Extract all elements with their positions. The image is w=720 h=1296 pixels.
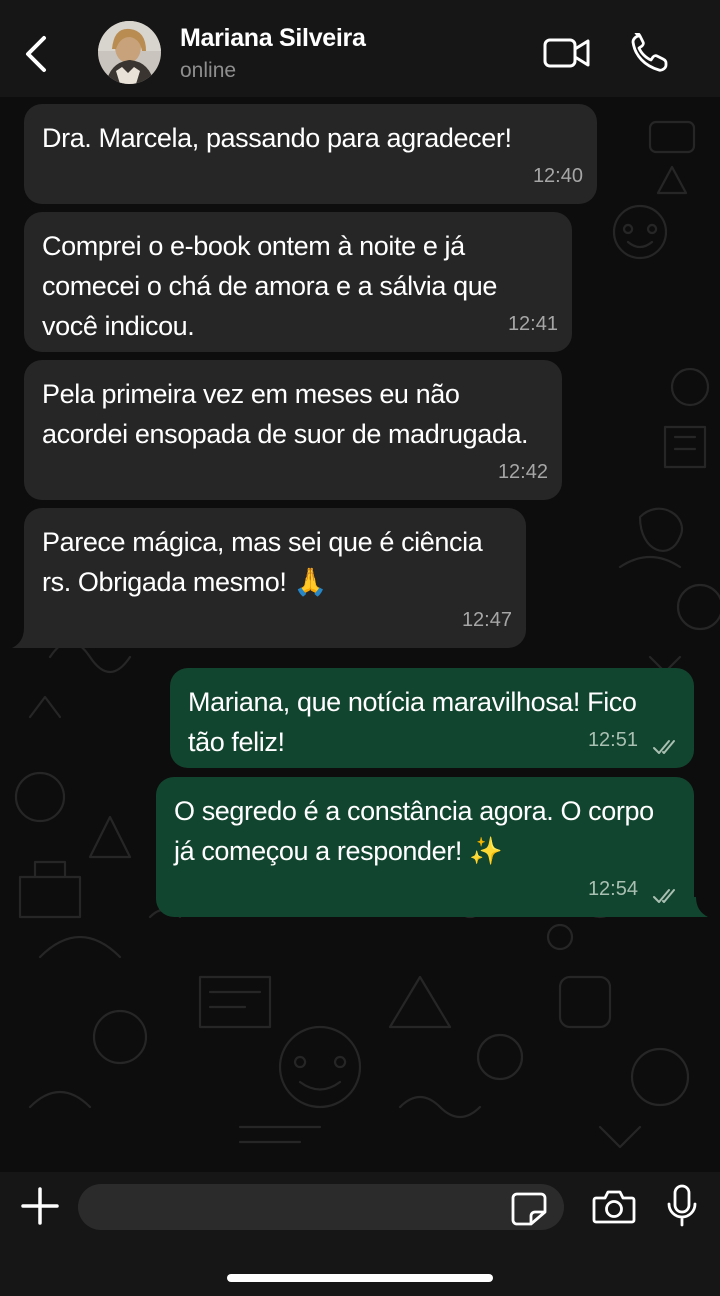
message-bubble-outgoing[interactable]: O segredo é a constância agora. O corpo …: [156, 777, 694, 917]
message-time: 12:41: [507, 313, 558, 335]
read-ticks-icon: [653, 889, 675, 903]
message-time: 12:47: [461, 609, 512, 631]
bubble-tail: [12, 628, 32, 648]
bubble-tail: [688, 897, 708, 917]
read-ticks-icon: [653, 740, 675, 754]
plus-icon[interactable]: [20, 1186, 60, 1226]
chat-header: Mariana Silveira online: [0, 0, 720, 97]
avatar-image: [98, 21, 161, 84]
microphone-icon[interactable]: [665, 1184, 699, 1228]
phone-icon[interactable]: [630, 33, 670, 73]
home-indicator: [227, 1274, 493, 1282]
message-text: O segredo é a constância agora. O corpo …: [174, 796, 654, 866]
message-bubble-incoming[interactable]: Parece mágica, mas sei que é ciência rs.…: [24, 508, 526, 648]
sticker-icon[interactable]: [511, 1192, 547, 1226]
message-bubble-incoming[interactable]: Dra. Marcela, passando para agradecer! 1…: [24, 104, 597, 204]
message-time: 12:51: [587, 729, 638, 751]
chevron-left-icon[interactable]: [18, 34, 54, 74]
message-time: 12:42: [497, 461, 548, 483]
video-camera-icon[interactable]: [543, 36, 591, 70]
contact-name[interactable]: Mariana Silveira: [180, 24, 366, 53]
message-bubble-incoming[interactable]: Pela primeira vez em meses eu não acorde…: [24, 360, 562, 500]
message-time: 12:40: [532, 165, 583, 187]
message-text: Comprei o e-book ontem à noite e já come…: [42, 231, 497, 341]
message-text: Parece mágica, mas sei que é ciência rs.…: [42, 527, 483, 597]
message-bubble-outgoing[interactable]: Mariana, que notícia maravilhosa! Fico t…: [170, 668, 694, 768]
camera-icon[interactable]: [592, 1189, 636, 1225]
message-time: 12:54: [587, 878, 638, 900]
message-text: Dra. Marcela, passando para agradecer!: [42, 123, 512, 153]
message-text: Pela primeira vez em meses eu não acorde…: [42, 379, 529, 449]
contact-status: online: [180, 59, 237, 82]
message-bubble-incoming[interactable]: Comprei o e-book ontem à noite e já come…: [24, 212, 572, 352]
avatar[interactable]: [98, 21, 161, 84]
message-input[interactable]: [78, 1184, 564, 1230]
